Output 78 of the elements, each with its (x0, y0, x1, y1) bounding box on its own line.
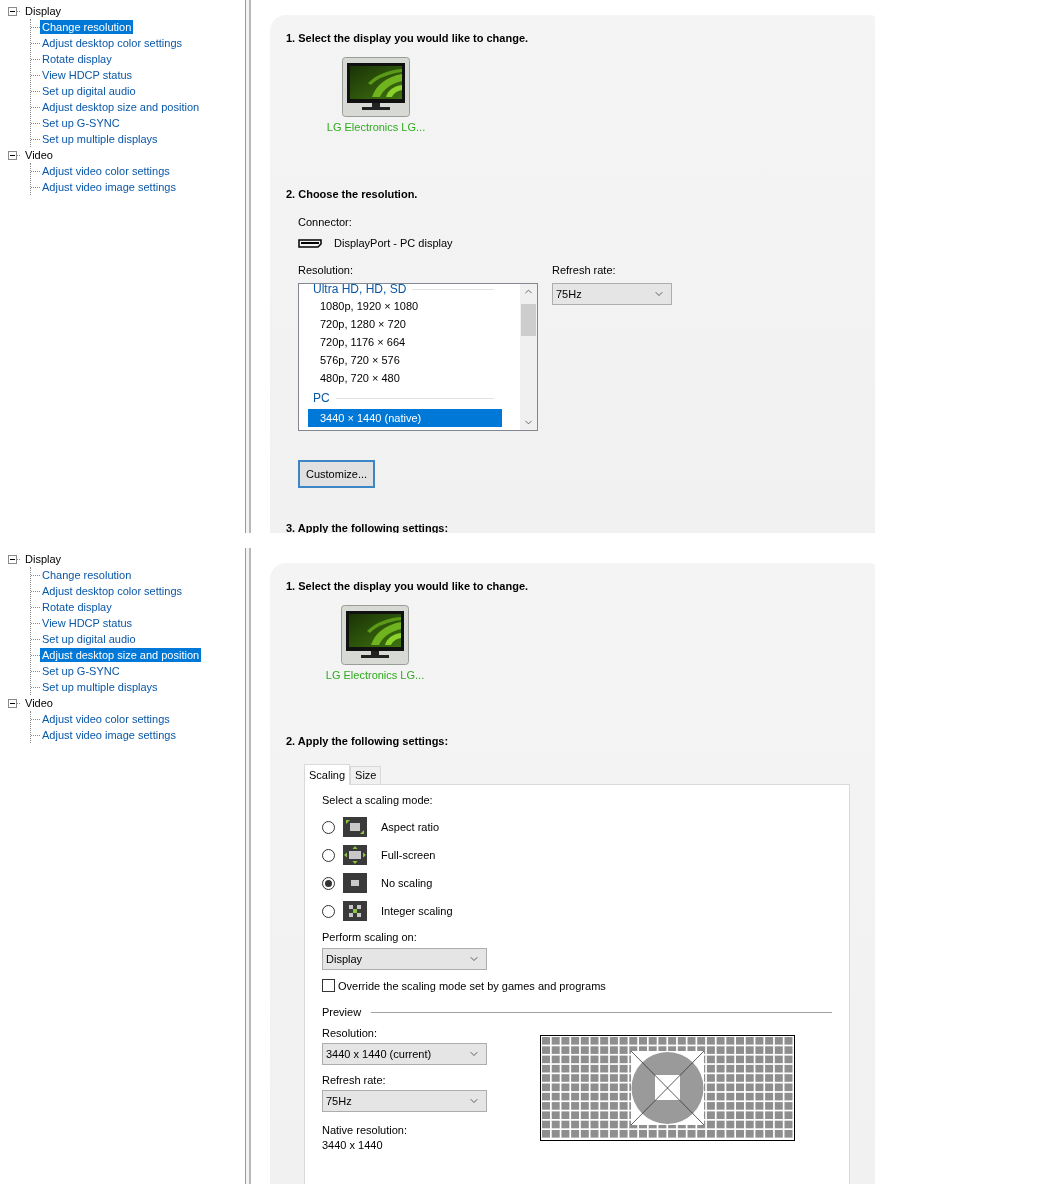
tree-item[interactable]: Adjust desktop color settings (40, 584, 185, 598)
collapse-icon[interactable] (8, 698, 17, 708)
tree-group-label[interactable]: Video (24, 697, 54, 709)
tree-item[interactable]: View HDCP status (40, 616, 135, 630)
scaling-mode-option: Full-screen (381, 849, 436, 861)
section-heading: 2. Apply the following settings: (286, 735, 450, 747)
tree-item[interactable]: Set up G-SYNC (40, 664, 122, 678)
collapse-icon[interactable] (8, 554, 17, 564)
scaling-mode-icon (343, 845, 367, 865)
tab[interactable]: Scaling (304, 764, 351, 785)
resolution-option[interactable]: 720p, 1280 × 720 (308, 315, 502, 333)
tree-group-label[interactable]: Display (24, 5, 63, 17)
native-resolution-value: 3440 x 1440 (322, 1139, 384, 1151)
resolution-option[interactable]: 3440 × 1440 (native) (308, 409, 502, 427)
radio-button[interactable] (322, 820, 335, 834)
section-heading: 1. Select the display you would like to change. (286, 32, 530, 44)
tree-item[interactable]: Adjust desktop size and position (40, 100, 202, 114)
list-group-header: PC (313, 391, 330, 405)
resolution-option[interactable]: 576p, 720 × 576 (308, 351, 502, 369)
resolution-label: Resolution: (298, 264, 355, 276)
tree-item[interactable]: Set up digital audio (40, 84, 138, 98)
scaling-mode-option: No scaling (381, 877, 433, 889)
perform-scaling-label: Perform scaling on: (322, 931, 418, 943)
tree-item[interactable]: Rotate display (40, 52, 114, 66)
scaling-mode-option: Aspect ratio (381, 821, 440, 833)
refresh-rate-label: Refresh rate: (552, 264, 617, 276)
resolution-option[interactable]: 1080p, 1920 × 1080 (308, 297, 502, 315)
radio-button[interactable] (322, 848, 335, 862)
tree-item[interactable]: View HDCP status (40, 68, 135, 82)
refresh-rate-label: Refresh rate: (322, 1074, 387, 1086)
section-heading: 2. Choose the resolution. (286, 188, 419, 200)
tree-item[interactable]: Adjust desktop color settings (40, 36, 185, 50)
tree-item[interactable]: Set up digital audio (40, 632, 138, 646)
native-resolution-label: Native resolution: (322, 1124, 408, 1136)
customize-button[interactable]: Customize... (298, 460, 376, 488)
resolution-list[interactable]: Ultra HD, HD, SD 1080p, 1920 × 1080 720p, 1280 × 720 720p, 1176 × 664 576p, 720 × 576 480p, 720 × 480 PC 3440 × 1440 (native) (298, 283, 538, 431)
preview-label: Preview (322, 1006, 362, 1018)
tab[interactable]: Size (350, 766, 382, 784)
perform-scaling-dropdown[interactable]: Display (322, 948, 487, 970)
scaling-mode-option: Integer scaling (381, 905, 453, 917)
collapse-icon[interactable] (8, 150, 17, 160)
displayport-icon (298, 238, 322, 248)
scaling-mode-label: Select a scaling mode: (322, 794, 434, 806)
section-heading: 1. Select the display you would like to change. (286, 580, 530, 592)
tree-item[interactable]: Rotate display (40, 600, 114, 614)
tree-group-label[interactable]: Display (24, 553, 63, 565)
resolution-dropdown[interactable]: 3440 x 1440 (current) (322, 1043, 487, 1065)
monitor-icon (341, 605, 409, 665)
refresh-rate-dropdown[interactable]: 75Hz (552, 283, 672, 305)
tree-item[interactable]: Adjust desktop size and position (40, 648, 202, 662)
refresh-rate-dropdown[interactable]: 75Hz (322, 1090, 487, 1112)
override-label: Override the scaling mode set by games and programs (338, 979, 606, 992)
connector-label: Connector: (298, 216, 353, 228)
monitor-icon (342, 57, 410, 117)
scaling-mode-icon (343, 817, 367, 837)
scrollbar-thumb[interactable] (521, 304, 536, 336)
scaling-mode-icon (343, 873, 367, 893)
checkbox[interactable] (322, 979, 335, 992)
connector-value: DisplayPort - PC display (334, 237, 453, 249)
scrollbar[interactable] (520, 284, 537, 430)
radio-button[interactable] (322, 904, 335, 918)
resolution-option[interactable]: 480p, 720 × 480 (308, 369, 502, 387)
list-group-header: Ultra HD, HD, SD (313, 284, 407, 296)
tree-item[interactable]: Set up multiple displays (40, 680, 160, 694)
tree-item[interactable]: Set up multiple displays (40, 132, 160, 146)
resolution-label: Resolution: (322, 1027, 379, 1039)
tree-item[interactable]: Change resolution (40, 20, 134, 34)
radio-button[interactable] (322, 876, 335, 890)
tree-item[interactable]: Adjust video color settings (40, 164, 172, 178)
resolution-option[interactable]: 720p, 1176 × 664 (308, 333, 502, 351)
tree-item[interactable]: Set up G-SYNC (40, 116, 122, 130)
tree-item[interactable]: Adjust video image settings (40, 728, 178, 742)
tree-item[interactable]: Adjust video image settings (40, 180, 178, 194)
scaling-mode-icon (343, 901, 367, 921)
tree-item[interactable]: Change resolution (40, 568, 134, 582)
collapse-icon[interactable] (8, 6, 17, 16)
tree-item[interactable]: Adjust video color settings (40, 712, 172, 726)
tree-group-label[interactable]: Video (24, 149, 54, 161)
